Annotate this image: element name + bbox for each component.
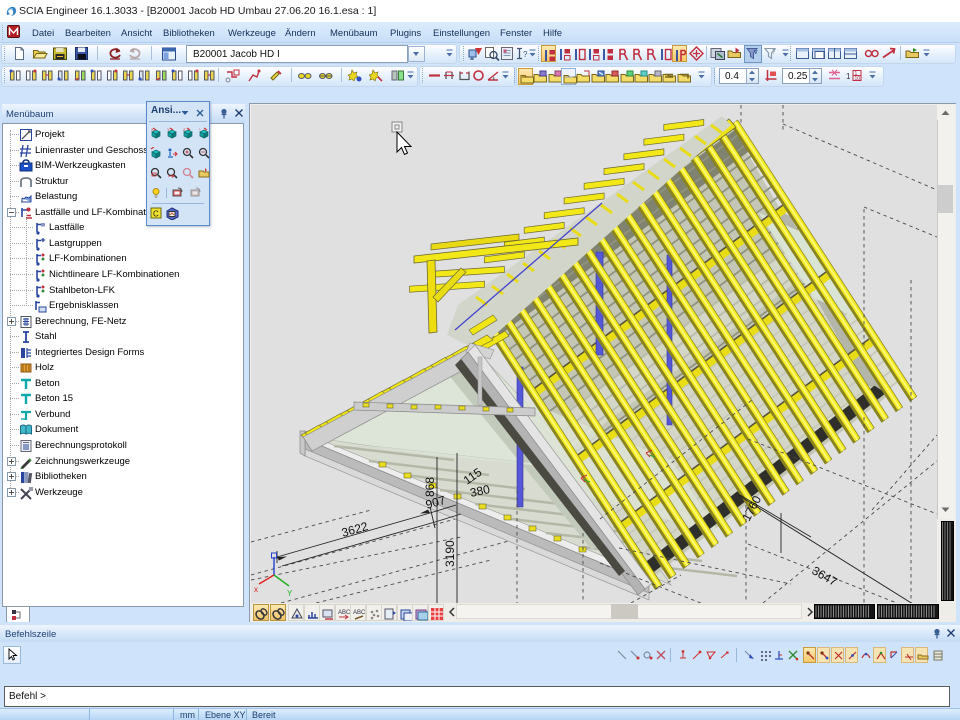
svg-text:10: 10 <box>855 76 861 82</box>
svg-text:Y: Y <box>287 589 293 598</box>
svg-text:ABC: ABC <box>353 610 366 616</box>
svg-text:3190: 3190 <box>443 540 457 567</box>
svg-text:v: v <box>754 49 758 56</box>
svg-text:868: 868 <box>423 477 437 497</box>
svg-text:Y: Y <box>167 127 170 132</box>
svg-text:ABC: ABC <box>338 610 351 616</box>
svg-text:1: 1 <box>846 72 851 81</box>
svg-text:x: x <box>254 585 258 594</box>
svg-text:C: C <box>153 210 159 219</box>
svg-text:7: 7 <box>772 49 776 56</box>
svg-text:*: * <box>199 127 201 132</box>
svg-text:X: X <box>151 127 154 132</box>
